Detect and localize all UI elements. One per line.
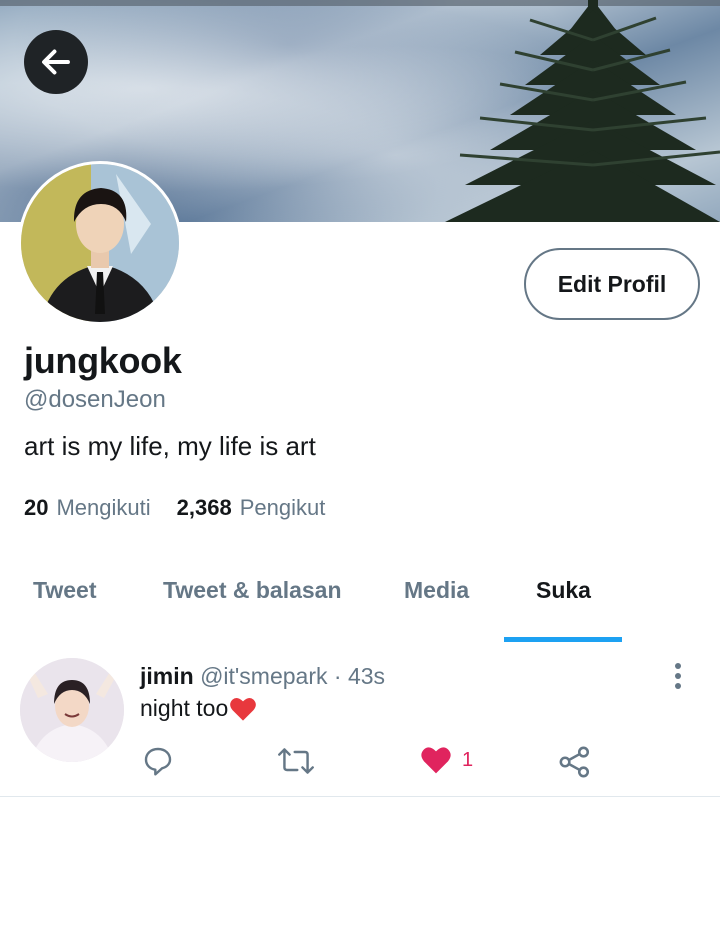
profile-avatar[interactable] [18, 161, 182, 325]
profile-tabs: Tweet Tweet & balasan Media Suka [0, 560, 720, 642]
followers-stat[interactable]: 2,368 Pengikut [177, 495, 326, 521]
reply-button[interactable] [142, 745, 174, 777]
like-button[interactable]: 1 [420, 745, 473, 775]
back-button[interactable] [24, 30, 88, 94]
tab-media[interactable]: Media [404, 577, 469, 604]
tweet-separator: · [333, 663, 342, 689]
tweet-avatar-image [20, 658, 124, 762]
retweet-button[interactable] [278, 745, 314, 777]
tab-likes[interactable]: Suka [536, 577, 591, 604]
share-button[interactable] [558, 745, 592, 779]
more-options-icon[interactable] [668, 663, 688, 693]
profile-name: jungkook [24, 340, 182, 381]
retweet-icon [278, 748, 314, 774]
banner-tree-image [445, 0, 720, 222]
tweet-time: 43s [347, 663, 386, 689]
red-heart-emoji-icon [230, 697, 257, 721]
followers-count: 2,368 [176, 495, 232, 520]
heart-filled-icon [421, 747, 451, 774]
arrow-left-icon [42, 49, 70, 75]
like-count: 1 [462, 748, 474, 771]
reply-icon [144, 747, 172, 776]
followers-label: Pengikut [239, 495, 326, 520]
tweet-text-row: night too [140, 695, 257, 722]
tweet-text: night too [140, 695, 229, 721]
active-tab-indicator [504, 637, 622, 642]
profile-handle: @dosenJeon [24, 386, 166, 413]
tab-tweets-replies[interactable]: Tweet & balasan [163, 577, 342, 604]
tweet-author-name[interactable]: jimin [140, 663, 194, 689]
tweet-avatar[interactable] [20, 658, 124, 762]
following-count: 20 [24, 495, 49, 520]
tweet-header: jimin @it'smepark · 43s [140, 663, 385, 690]
avatar-image [21, 164, 179, 322]
profile-stats: 20 Mengikuti 2,368 Pengikut [24, 495, 325, 521]
tweet-item[interactable]: jimin @it'smepark · 43s night too 1 [0, 645, 720, 797]
following-label: Mengikuti [56, 495, 151, 520]
edit-profile-button[interactable]: Edit Profil [524, 248, 700, 320]
tab-tweet[interactable]: Tweet [33, 577, 96, 604]
tweet-author-handle[interactable]: @it'smepark [200, 663, 327, 689]
profile-bio: art is my life, my life is art [24, 431, 316, 461]
share-icon [559, 746, 590, 778]
following-stat[interactable]: 20 Mengikuti [24, 495, 151, 521]
